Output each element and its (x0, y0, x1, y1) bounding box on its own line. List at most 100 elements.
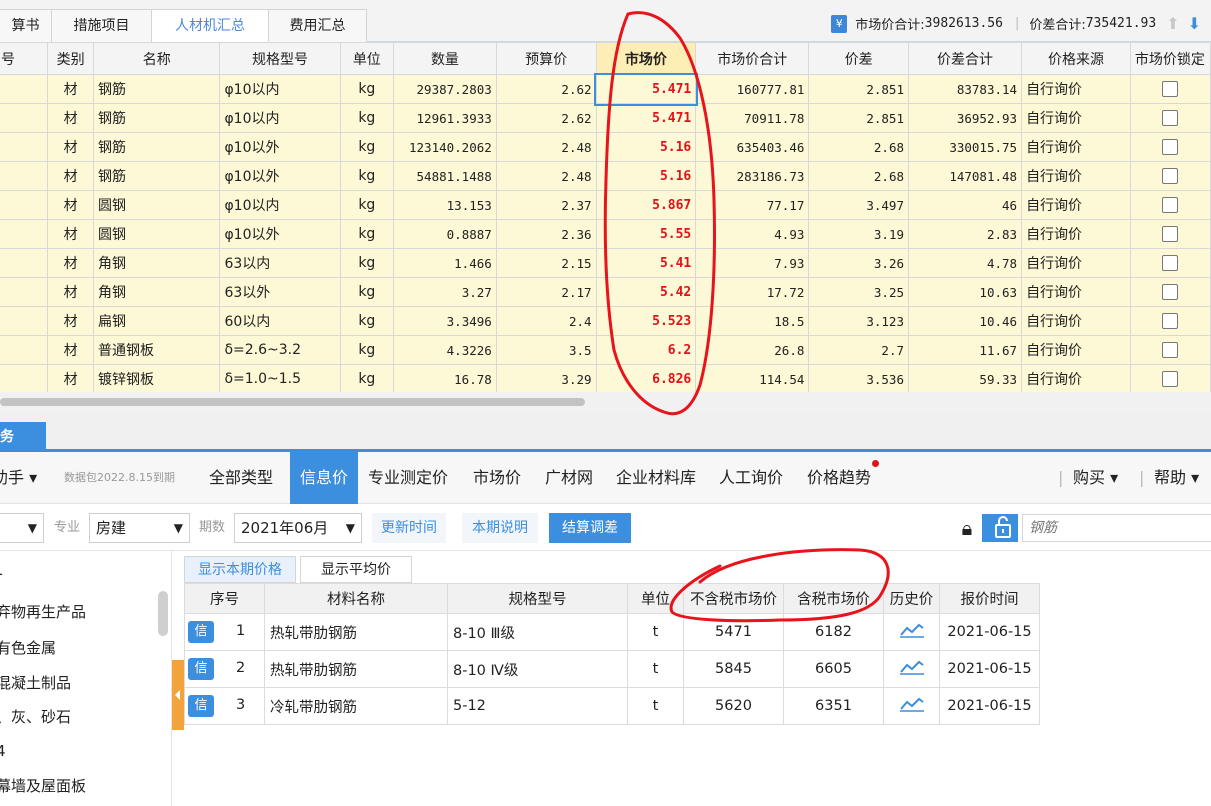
cell-market-price[interactable]: 5.16 (595, 132, 697, 162)
arrow-up-icon[interactable]: ⬆ (1166, 14, 1179, 33)
cell-type[interactable]: 材 (47, 190, 95, 220)
settle-adjust-button[interactable]: 结算调差 (549, 513, 631, 543)
tab-average-price[interactable]: 显示平均价 (300, 556, 412, 583)
cell-budget-price[interactable]: 2.4 (495, 306, 597, 336)
cell-market-price[interactable]: 5.16 (595, 161, 697, 191)
cell-qty[interactable]: 123140.2062 (393, 132, 497, 162)
cell-market-price[interactable]: 5.471 (595, 103, 697, 133)
sidebar-item[interactable]: 4 (0, 734, 6, 768)
sidebar-scrollbar[interactable] (158, 591, 168, 636)
cell-type[interactable]: 材 (47, 74, 95, 104)
lock-icon[interactable]: 🔒︎ (956, 514, 978, 542)
cell-market-total[interactable]: 26.8 (695, 335, 810, 365)
menu-info-price[interactable]: 信息价 (290, 452, 358, 504)
menu-manual-inquiry[interactable]: 人工询价 (719, 452, 783, 504)
col-header-spec[interactable]: 规格型号 (447, 583, 628, 614)
cell-spec[interactable]: 60以内 (219, 306, 341, 336)
cell-qty[interactable]: 12961.3933 (393, 103, 497, 133)
cell-seq[interactable] (0, 335, 49, 365)
cell-spec[interactable]: φ10以外 (219, 132, 341, 162)
cell-diff-total[interactable]: 10.46 (907, 306, 1023, 336)
grid-row[interactable]: 材镀锌钢板 δ=1.0~1.5 kg 16.78 3.29 6.826 114.54 3.53… (0, 364, 1211, 394)
cell-diff[interactable]: 3.536 (808, 364, 909, 394)
cell-unit[interactable]: kg (339, 277, 395, 307)
cell-price-source[interactable]: 自行询价 (1021, 103, 1131, 133)
cell-unit[interactable]: kg (339, 132, 395, 162)
cell-spec[interactable]: δ=1.0~1.5 (219, 364, 341, 394)
cell-name[interactable]: 钢筋 (93, 103, 221, 133)
tab-labor-material-summary[interactable]: 人材机汇总 (152, 9, 269, 42)
info-row[interactable]: 信 3 冷轧带肋钢筋 5-12 t 5620 6351 2021-06-15 (184, 687, 1040, 725)
col-header-inc-tax-price[interactable]: 含税市场价 (783, 583, 884, 614)
sidebar-item[interactable]: 有色金属 (0, 631, 56, 665)
cell-type[interactable]: 材 (47, 277, 95, 307)
cell-price-source[interactable]: 自行询价 (1021, 248, 1131, 278)
cell-price-source[interactable]: 自行询价 (1021, 306, 1131, 336)
lock-checkbox[interactable] (1162, 197, 1179, 213)
cell-name[interactable]: 扁钢 (93, 306, 221, 336)
cell-unit[interactable]: kg (339, 306, 395, 336)
lock-checkbox[interactable] (1162, 110, 1179, 126)
cell-spec[interactable]: 63以外 (219, 277, 341, 307)
cell-unit[interactable]: kg (339, 190, 395, 220)
buy-dropdown[interactable]: 购买 ▾ (1073, 452, 1118, 504)
cell-price-source[interactable]: 自行询价 (1021, 277, 1131, 307)
col-header-ex-tax-price[interactable]: 不含税市场价 (683, 583, 784, 614)
cell-unit[interactable]: t (627, 687, 684, 725)
menu-guangcai-net[interactable]: 广材网 (545, 452, 593, 504)
trend-chart-icon[interactable] (899, 696, 924, 712)
cell-diff-total[interactable]: 36952.93 (907, 103, 1023, 133)
horizontal-scrollbar[interactable] (0, 392, 1211, 412)
cell-market-price[interactable]: 6.2 (595, 335, 697, 365)
cell-name[interactable]: 镀锌钢板 (93, 364, 221, 394)
cell-budget-price[interactable]: 2.17 (495, 277, 597, 307)
info-row[interactable]: 信 1 热轧带肋钢筋 8-10 Ⅲ级 t 5471 6182 2021-06-15 (184, 613, 1040, 651)
cell-name[interactable]: 钢筋 (93, 132, 221, 162)
col-header-name[interactable]: 名称 (93, 42, 221, 75)
cell-budget-price[interactable]: 2.15 (495, 248, 597, 278)
cell-diff[interactable]: 3.497 (808, 190, 909, 220)
col-header-lock[interactable]: 市场价锁定 (1129, 42, 1211, 75)
cell-qty[interactable]: 0.8887 (393, 219, 497, 249)
major-select[interactable]: 房建 ▼ (89, 513, 190, 543)
cell-qty[interactable]: 1.466 (393, 248, 497, 278)
col-header-seq[interactable]: 号 (0, 42, 49, 75)
menu-market-price[interactable]: 市场价 (473, 452, 521, 504)
cell-quote-date[interactable]: 2021-06-15 (939, 687, 1040, 725)
cell-qty[interactable]: 16.78 (393, 364, 497, 394)
col-header-seq[interactable]: 序号 (184, 583, 265, 614)
cell-spec[interactable]: 8-10 Ⅲ级 (447, 613, 628, 651)
col-header-market-price[interactable]: 市场价 (595, 42, 697, 75)
cell-diff[interactable]: 3.123 (808, 306, 909, 336)
cell-market-price[interactable]: 6.826 (595, 364, 697, 394)
assistant-dropdown[interactable]: 助手 ▾ (0, 452, 37, 504)
cell-type[interactable]: 材 (47, 219, 95, 249)
cell-ex-tax-price[interactable]: 5471 (683, 613, 784, 651)
menu-price-trend[interactable]: 价格趋势 (807, 452, 871, 504)
grid-row[interactable]: 材普通钢板 δ=2.6~3.2 kg 4.3226 3.5 6.2 26.8 2.7 11.67… (0, 335, 1211, 365)
cell-unit[interactable]: kg (339, 74, 395, 104)
grid-row[interactable]: 材钢筋 φ10以外 kg 54881.1488 2.48 5.16 283186.73 2.6… (0, 161, 1211, 191)
col-header-diff-total[interactable]: 价差合计 (907, 42, 1023, 75)
tab-cost-summary[interactable]: 费用汇总 (269, 9, 367, 42)
cell-seq[interactable] (0, 306, 49, 336)
cell-name[interactable]: 角钢 (93, 248, 221, 278)
cell-seq[interactable] (0, 277, 49, 307)
service-tab[interactable]: 服务 (0, 422, 46, 452)
cell-diff-total[interactable]: 83783.14 (907, 74, 1023, 104)
cell-price-source[interactable]: 自行询价 (1021, 219, 1131, 249)
cell-market-total[interactable]: 7.93 (695, 248, 810, 278)
cell-inc-tax-price[interactable]: 6182 (783, 613, 884, 651)
cell-name[interactable]: 圆钢 (93, 219, 221, 249)
menu-enterprise-library[interactable]: 企业材料库 (616, 452, 696, 504)
cell-market-price[interactable]: 5.42 (595, 277, 697, 307)
cell-seq[interactable] (0, 161, 49, 191)
scrollbar-thumb[interactable] (0, 398, 585, 406)
region-select[interactable]: ▼ (0, 513, 44, 543)
cell-diff-total[interactable]: 46 (907, 190, 1023, 220)
cell-diff[interactable]: 2.851 (808, 74, 909, 104)
cell-market-price[interactable]: 5.471 (594, 72, 698, 106)
cell-market-price[interactable]: 5.41 (595, 248, 697, 278)
info-row[interactable]: 信 2 热轧带肋钢筋 8-10 Ⅳ级 t 5845 6605 2021-06-15 (184, 650, 1040, 688)
cell-price-source[interactable]: 自行询价 (1021, 364, 1131, 394)
